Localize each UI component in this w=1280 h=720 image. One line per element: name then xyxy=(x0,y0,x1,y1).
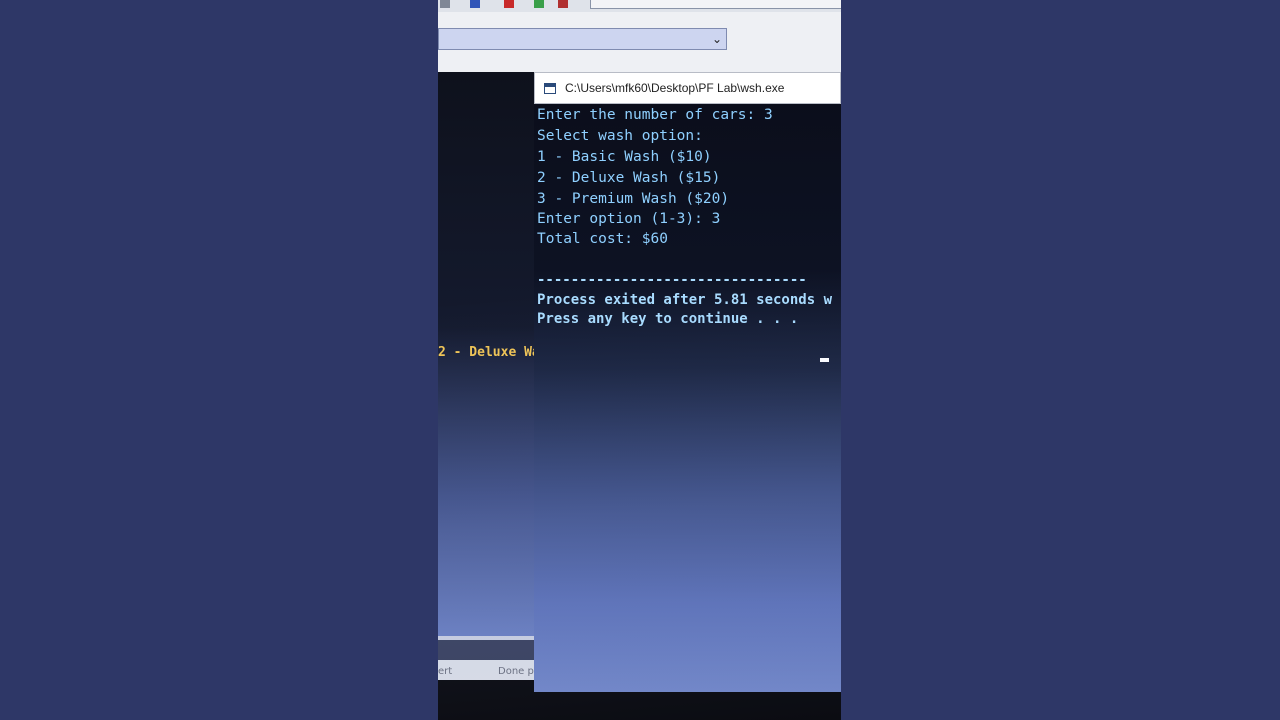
console-app-icon xyxy=(544,83,556,94)
console-line: 2 - Deluxe Wash ($15) xyxy=(537,170,721,186)
console-line: 1 - Basic Wash ($10) xyxy=(537,149,712,165)
photographed-screen: ⌄ 2 - Deluxe Wa ert Done parsing in 0 se… xyxy=(438,0,841,720)
console-titlebar[interactable]: C:\Users\mfk60\Desktop\PF Lab\wsh.exe xyxy=(534,72,841,104)
console-separator: -------------------------------- xyxy=(537,272,807,288)
console-line: Enter option (1-3): 3 xyxy=(537,211,721,227)
toolbar-dropdown[interactable] xyxy=(590,0,841,9)
ide-panel-tab[interactable] xyxy=(438,640,536,662)
toolbar-debug-icon[interactable] xyxy=(558,0,568,8)
ide-toolbar-band: ⌄ xyxy=(438,12,841,72)
toolbar-grid-icon[interactable] xyxy=(440,0,450,8)
console-output[interactable]: Enter the number of cars: 3 Select wash … xyxy=(534,104,841,692)
left-blur-background xyxy=(0,0,438,720)
console-line: Total cost: $60 xyxy=(537,231,668,247)
status-fragment: ert xyxy=(438,666,453,677)
console-line: Process exited after 5.81 seconds w xyxy=(537,292,833,308)
console-title: C:\Users\mfk60\Desktop\PF Lab\wsh.exe xyxy=(565,81,785,95)
console-line: Enter the number of cars: 3 xyxy=(537,107,773,123)
code-editor[interactable]: 2 - Deluxe Wa xyxy=(438,72,540,638)
toolbar-close-icon[interactable] xyxy=(504,0,514,8)
editor-code-fragment: 2 - Deluxe Wa xyxy=(438,345,540,360)
right-blur-background xyxy=(841,0,1280,720)
toolbar-check-icon[interactable] xyxy=(470,0,480,8)
toolbar-chart-icon[interactable] xyxy=(534,0,544,8)
console-window[interactable]: C:\Users\mfk60\Desktop\PF Lab\wsh.exe En… xyxy=(534,72,841,692)
ide-scope-combo[interactable]: ⌄ xyxy=(438,28,727,50)
console-line: 3 - Premium Wash ($20) xyxy=(537,191,730,207)
chevron-down-icon[interactable]: ⌄ xyxy=(712,31,722,47)
console-line: Select wash option: xyxy=(537,128,703,144)
console-line: Press any key to continue . . . xyxy=(537,311,799,327)
text-cursor xyxy=(820,358,829,362)
